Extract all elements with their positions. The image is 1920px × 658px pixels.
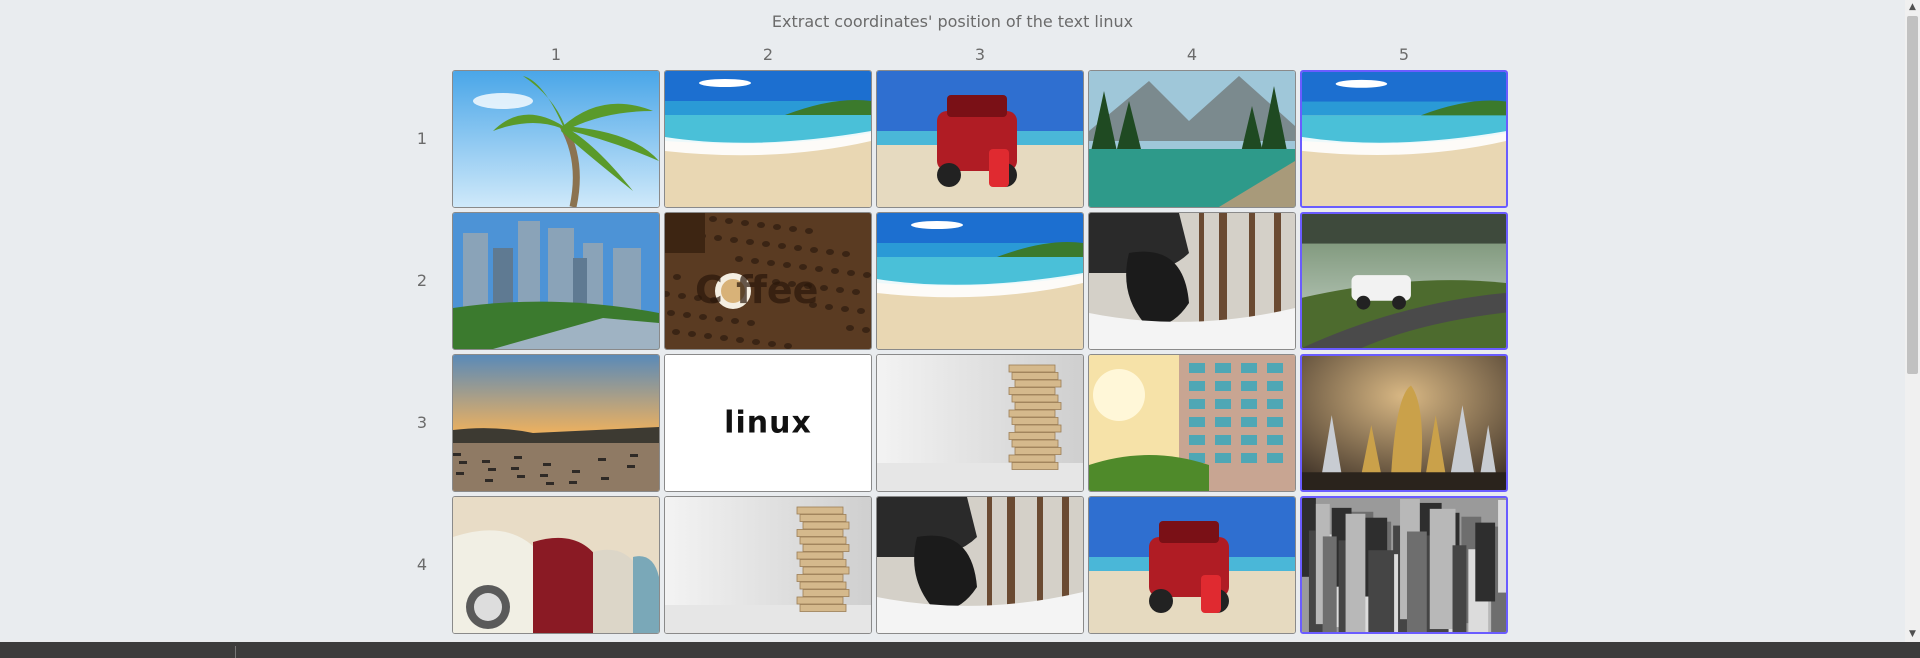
- tile-text: linux: [724, 405, 812, 441]
- snow-tire-image: [1089, 213, 1295, 349]
- svg-text:C ffee: C ffee: [695, 268, 818, 312]
- column-label-1: 1: [550, 45, 562, 64]
- grid-tile-r2-c5[interactable]: [1300, 212, 1508, 350]
- row-label-1: 1: [416, 129, 428, 148]
- coffee-beans-image: C ffee: [665, 213, 871, 349]
- column-label-2: 2: [762, 45, 774, 64]
- beach-image: [665, 71, 871, 207]
- grid-tile-r3-c1[interactable]: [452, 354, 660, 492]
- skyscrapers-image: [453, 213, 659, 349]
- row-label-3: 3: [416, 413, 428, 432]
- grid-tile-r3-c3[interactable]: [876, 354, 1084, 492]
- scrollbar-thumb[interactable]: [1907, 16, 1918, 374]
- grid-tile-r4-c4[interactable]: [1088, 496, 1296, 634]
- grid-tile-r3-c5[interactable]: [1300, 354, 1508, 492]
- grid-tile-r1-c2[interactable]: [664, 70, 872, 208]
- taskbar-divider: [235, 646, 236, 658]
- grid-tile-r2-c2[interactable]: C ffee: [664, 212, 872, 350]
- white-suv-road-image: [1302, 214, 1506, 348]
- grid-tile-r2-c4[interactable]: [1088, 212, 1296, 350]
- instruction-text: Extract coordinates' position of the tex…: [771, 12, 1134, 31]
- grid-tile-r1-c1[interactable]: [452, 70, 660, 208]
- grid-tile-r3-c4[interactable]: [1088, 354, 1296, 492]
- column-label-3: 3: [974, 45, 986, 64]
- scroll-down-arrow-icon[interactable]: ▼: [1905, 627, 1920, 642]
- beach-image: [877, 213, 1083, 349]
- grid-tile-r4-c3[interactable]: [876, 496, 1084, 634]
- grid-tile-r2-c3[interactable]: [876, 212, 1084, 350]
- row-label-4: 4: [416, 555, 428, 574]
- vintage-cars-image: [453, 497, 659, 633]
- mountain-lake-image: [1089, 71, 1295, 207]
- grid-tile-r1-c3[interactable]: [876, 70, 1084, 208]
- palm-tree-image: [453, 71, 659, 207]
- grid-tile-r4-c5[interactable]: [1300, 496, 1508, 634]
- grid-tile-r2-c1[interactable]: [452, 212, 660, 350]
- wood-tower-image: [877, 355, 1083, 491]
- city-bw-image: [1302, 498, 1506, 632]
- apartment-sunset-image: [1089, 355, 1295, 491]
- snow-tire-image: [877, 497, 1083, 633]
- beach-image: [1302, 72, 1506, 206]
- chess-image: [1302, 356, 1506, 490]
- column-label-4: 4: [1186, 45, 1198, 64]
- grid-tile-r4-c2[interactable]: [664, 496, 872, 634]
- wood-tower-image: [665, 497, 871, 633]
- grid-tile-r3-c2[interactable]: linux: [664, 354, 872, 492]
- red-car-beach-image: [877, 71, 1083, 207]
- taskbar: [0, 642, 1920, 658]
- grid-tile-r1-c5[interactable]: [1300, 70, 1508, 208]
- grid-tile-r4-c1[interactable]: [452, 496, 660, 634]
- scroll-up-arrow-icon[interactable]: ▲: [1905, 0, 1920, 15]
- column-label-5: 5: [1398, 45, 1410, 64]
- harbor-sunset-image: [453, 355, 659, 491]
- grid-tile-r1-c4[interactable]: [1088, 70, 1296, 208]
- red-car-beach-image: [1089, 497, 1295, 633]
- row-label-2: 2: [416, 271, 428, 290]
